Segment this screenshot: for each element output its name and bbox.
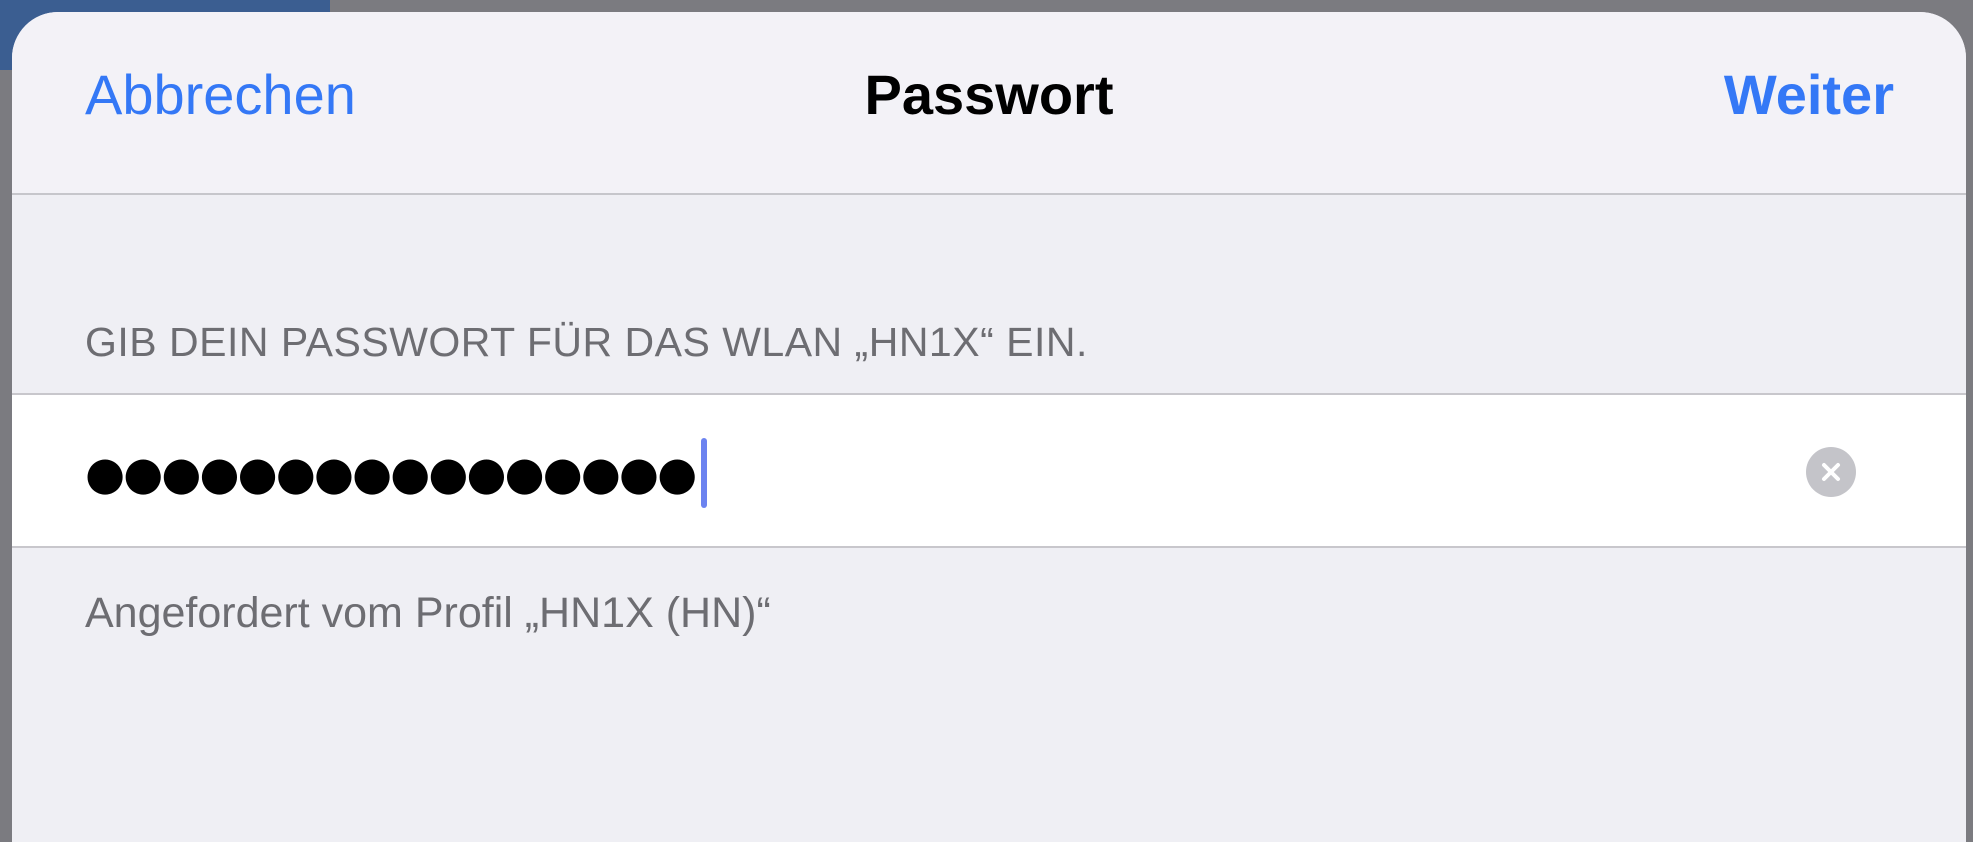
cancel-button[interactable]: Abbrechen [85,64,356,126]
password-masked-value: ●●●●●●●●●●●●●●●● [85,446,697,500]
section-header: GIB DEIN PASSWORT FÜR DAS WLAN „HN1X“ EI… [85,319,1088,365]
clear-icon[interactable] [1806,447,1856,497]
password-sheet: Abbrechen Passwort Weiter GIB DEIN PASSW… [12,12,1966,842]
profile-note: Angefordert vom Profil „HN1X (HN)“ [85,589,771,637]
x-icon [1822,463,1840,481]
navigation-bar: Abbrechen Passwort Weiter [12,12,1966,195]
password-input[interactable]: ●●●●●●●●●●●●●●●● [85,431,708,515]
password-row: ●●●●●●●●●●●●●●●● [12,393,1966,548]
next-button[interactable]: Weiter [1724,64,1894,126]
text-caret [701,438,708,508]
